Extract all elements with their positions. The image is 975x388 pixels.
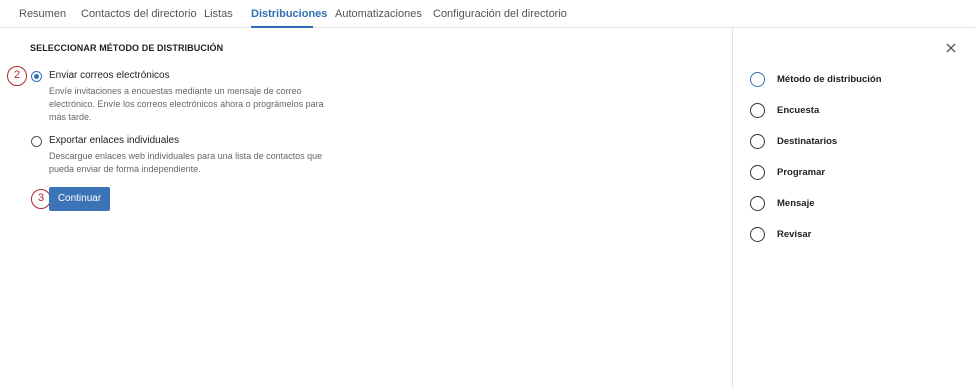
step-label-encuesta: Encuesta [777, 105, 820, 116]
tab-distribuciones[interactable]: Distribuciones [251, 8, 327, 20]
tab-automatizaciones[interactable]: Automatizaciones [335, 8, 422, 20]
radio-exportar-enlaces[interactable] [31, 136, 42, 147]
step-label-destinatarios: Destinatarios [777, 136, 838, 147]
option-description-exportar-enlaces: Descargue enlaces web individuales para … [49, 151, 323, 174]
continue-button[interactable]: Continuar [49, 187, 110, 211]
step-label-programar: Programar [777, 167, 826, 178]
step-label-mensaje: Mensaje [777, 198, 815, 209]
tab-contactos-del-directorio[interactable]: Contactos del directorio [81, 8, 197, 20]
tab-bar: Resumen Contactos del directorio Listas … [0, 0, 975, 28]
steps-sidebar: Método de distribución Encuesta Destinat… [732, 28, 975, 388]
step-indicator-mensaje [750, 196, 765, 211]
step-indicator-revisar [750, 227, 765, 242]
radio-enviar-correos[interactable] [31, 71, 42, 82]
option-label-exportar-enlaces[interactable]: Exportar enlaces individuales [49, 135, 179, 146]
step-indicator-destinatarios [750, 134, 765, 149]
annotation-badge-2: 2 [7, 66, 27, 86]
section-title: SELECCIONAR MÉTODO DE DISTRIBUCIÓN [30, 43, 224, 53]
tab-configuracion-del-directorio[interactable]: Configuración del directorio [433, 8, 567, 20]
annotation-badge-3: 3 [31, 189, 51, 209]
option-label-enviar-correos[interactable]: Enviar correos electrónicos [49, 70, 170, 81]
step-indicator-metodo [750, 72, 765, 87]
step-label-metodo: Método de distribución [777, 74, 882, 85]
step-label-revisar: Revisar [777, 229, 812, 240]
tab-resumen[interactable]: Resumen [19, 8, 66, 20]
option-description-enviar-correos: Envíe invitaciones a encuestas mediante … [49, 86, 324, 122]
close-icon[interactable] [945, 42, 957, 54]
step-indicator-encuesta [750, 103, 765, 118]
step-indicator-programar [750, 165, 765, 180]
distribution-method-panel: SELECCIONAR MÉTODO DE DISTRIBUCIÓN 2 Env… [0, 28, 732, 388]
tab-listas[interactable]: Listas [204, 8, 233, 20]
